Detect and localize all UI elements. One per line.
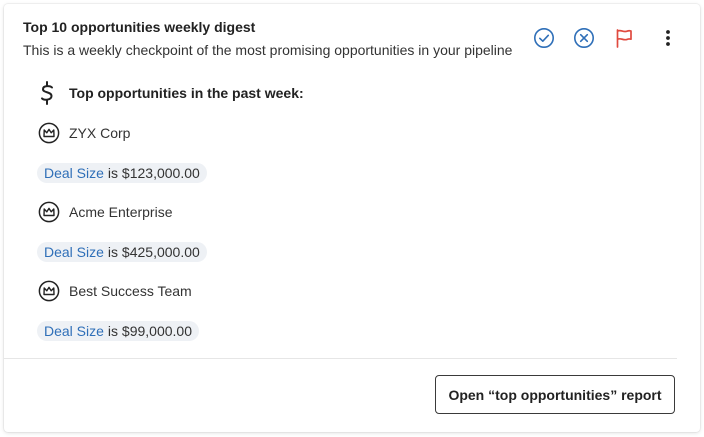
deal-size-chip: Deal Size is $99,000.00 [37,321,199,341]
card-subtitle: This is a weekly checkpoint of the most … [23,42,513,58]
opportunity-name: Acme Enterprise [69,204,173,220]
deal-size-field-link[interactable]: Deal Size [44,244,104,260]
more-vertical-icon[interactable] [656,26,680,50]
close-circle-icon[interactable] [572,26,596,50]
opportunity-item[interactable]: Acme Enterprise [38,201,172,223]
dollar-icon [38,80,56,106]
card-title: Top 10 opportunities weekly digest [23,19,256,35]
deal-size-value: is $99,000.00 [107,323,192,339]
section-heading-label: Top opportunities in the past week: [69,85,304,101]
open-report-button[interactable]: Open “top opportunities” report [435,375,675,414]
opportunity-item[interactable]: Best Success Team [38,280,192,302]
crown-icon [38,122,60,144]
opportunity-item[interactable]: ZYX Corp [38,122,130,144]
deal-size-value: is $123,000.00 [107,165,200,181]
crown-icon [38,280,60,302]
card-actions [532,26,680,50]
opportunity-name: ZYX Corp [69,125,131,141]
check-circle-icon[interactable] [532,26,556,50]
deal-size-field-link[interactable]: Deal Size [44,323,104,339]
digest-card: Top 10 opportunities weekly digest This … [4,4,700,432]
section-heading: Top opportunities in the past week: [38,80,304,106]
footer-divider [4,358,677,359]
deal-size-field-link[interactable]: Deal Size [44,165,104,181]
opportunity-name: Best Success Team [69,283,192,299]
deal-size-value: is $425,000.00 [107,244,200,260]
deal-size-chip: Deal Size is $425,000.00 [37,242,207,262]
crown-icon [38,201,60,223]
flag-icon[interactable] [612,26,636,50]
deal-size-chip: Deal Size is $123,000.00 [37,163,207,183]
